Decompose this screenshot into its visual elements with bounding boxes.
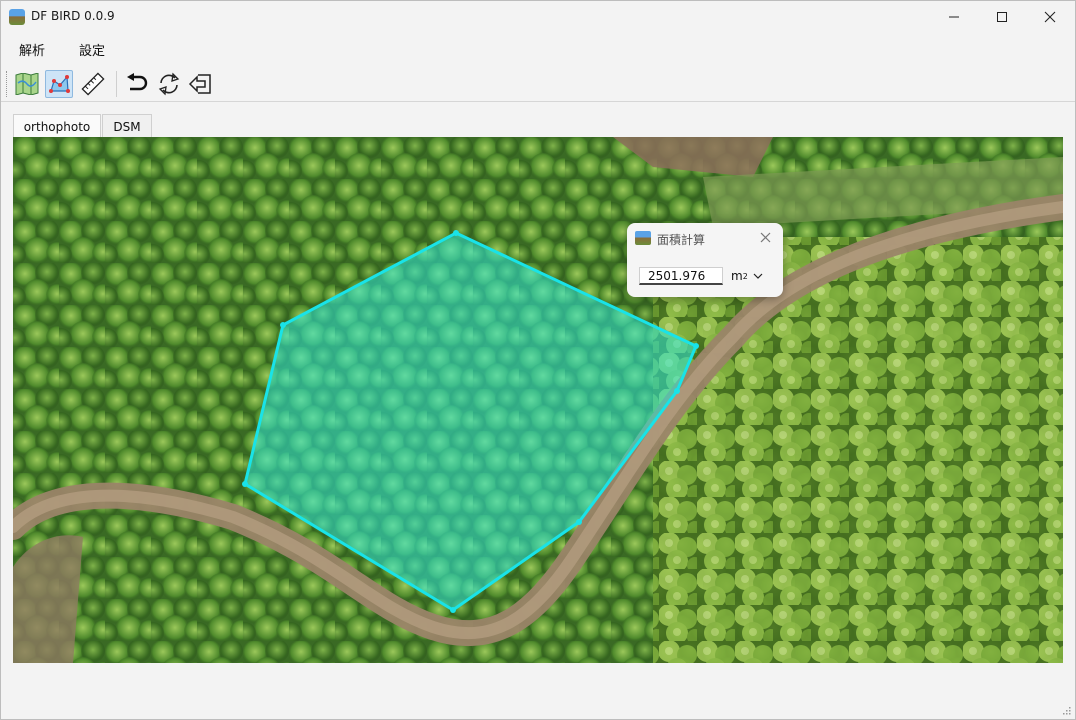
title-bar: DF BIRD 0.0.9 <box>1 1 1075 33</box>
dialog-title: 面積計算 <box>657 233 706 247</box>
maximize-icon <box>997 12 1007 22</box>
polygon-vertex[interactable] <box>453 230 459 236</box>
polygon-vertex[interactable] <box>576 519 582 525</box>
polygon-vertex[interactable] <box>280 322 286 328</box>
unit-label: m <box>731 269 743 283</box>
map-icon <box>15 73 39 95</box>
unit-select[interactable]: m2 <box>731 267 771 285</box>
refresh-button[interactable] <box>155 70 183 98</box>
polygon-vertex[interactable] <box>674 388 680 394</box>
close-icon <box>1044 11 1056 23</box>
refresh-icon <box>158 72 180 96</box>
tab-orthophoto[interactable]: orthophoto <box>13 114 101 138</box>
close-button[interactable] <box>1027 1 1073 33</box>
polygon-vertex[interactable] <box>242 481 248 487</box>
map-button[interactable] <box>13 70 41 98</box>
menu-analysis[interactable]: 解析 <box>19 40 45 59</box>
dialog-close-button[interactable] <box>757 229 773 245</box>
polygon-area-icon <box>49 75 70 93</box>
window-title: DF BIRD 0.0.9 <box>31 9 115 23</box>
maximize-button[interactable] <box>979 1 1025 33</box>
app-window: DF BIRD 0.0.9 解析 設定 orthophoto DSM 面積計算 … <box>0 0 1076 720</box>
polygon-vertex[interactable] <box>450 607 456 613</box>
undo-button[interactable] <box>123 70 151 98</box>
exit-button[interactable] <box>187 70 215 98</box>
toolbar <box>1 67 1075 102</box>
app-landscape-icon <box>635 231 651 245</box>
polygon-vertex[interactable] <box>693 343 699 349</box>
area-calc-dialog: 面積計算 m2 <box>627 223 783 297</box>
polygon-area-button[interactable] <box>45 70 73 98</box>
toolbar-separator <box>116 71 117 97</box>
toolbar-grip[interactable] <box>6 71 9 97</box>
minimize-icon <box>949 16 959 18</box>
chevron-down-icon <box>753 273 763 279</box>
tab-dsm[interactable]: DSM <box>102 114 152 138</box>
close-icon <box>760 232 770 242</box>
ruler-icon <box>81 72 105 96</box>
area-value-field[interactable] <box>639 267 723 285</box>
orthophoto-image <box>13 137 1063 663</box>
orthophoto-view[interactable] <box>13 137 1063 663</box>
menu-bar: 解析 設定 <box>1 35 1075 61</box>
unit-superscript: 2 <box>742 271 748 281</box>
minimize-button[interactable] <box>931 1 977 33</box>
app-landscape-icon <box>9 9 25 25</box>
ruler-button[interactable] <box>79 70 107 98</box>
resize-grip-icon[interactable] <box>1061 705 1071 715</box>
menu-settings[interactable]: 設定 <box>79 40 105 59</box>
exit-icon <box>188 74 211 94</box>
undo-icon <box>127 73 148 91</box>
